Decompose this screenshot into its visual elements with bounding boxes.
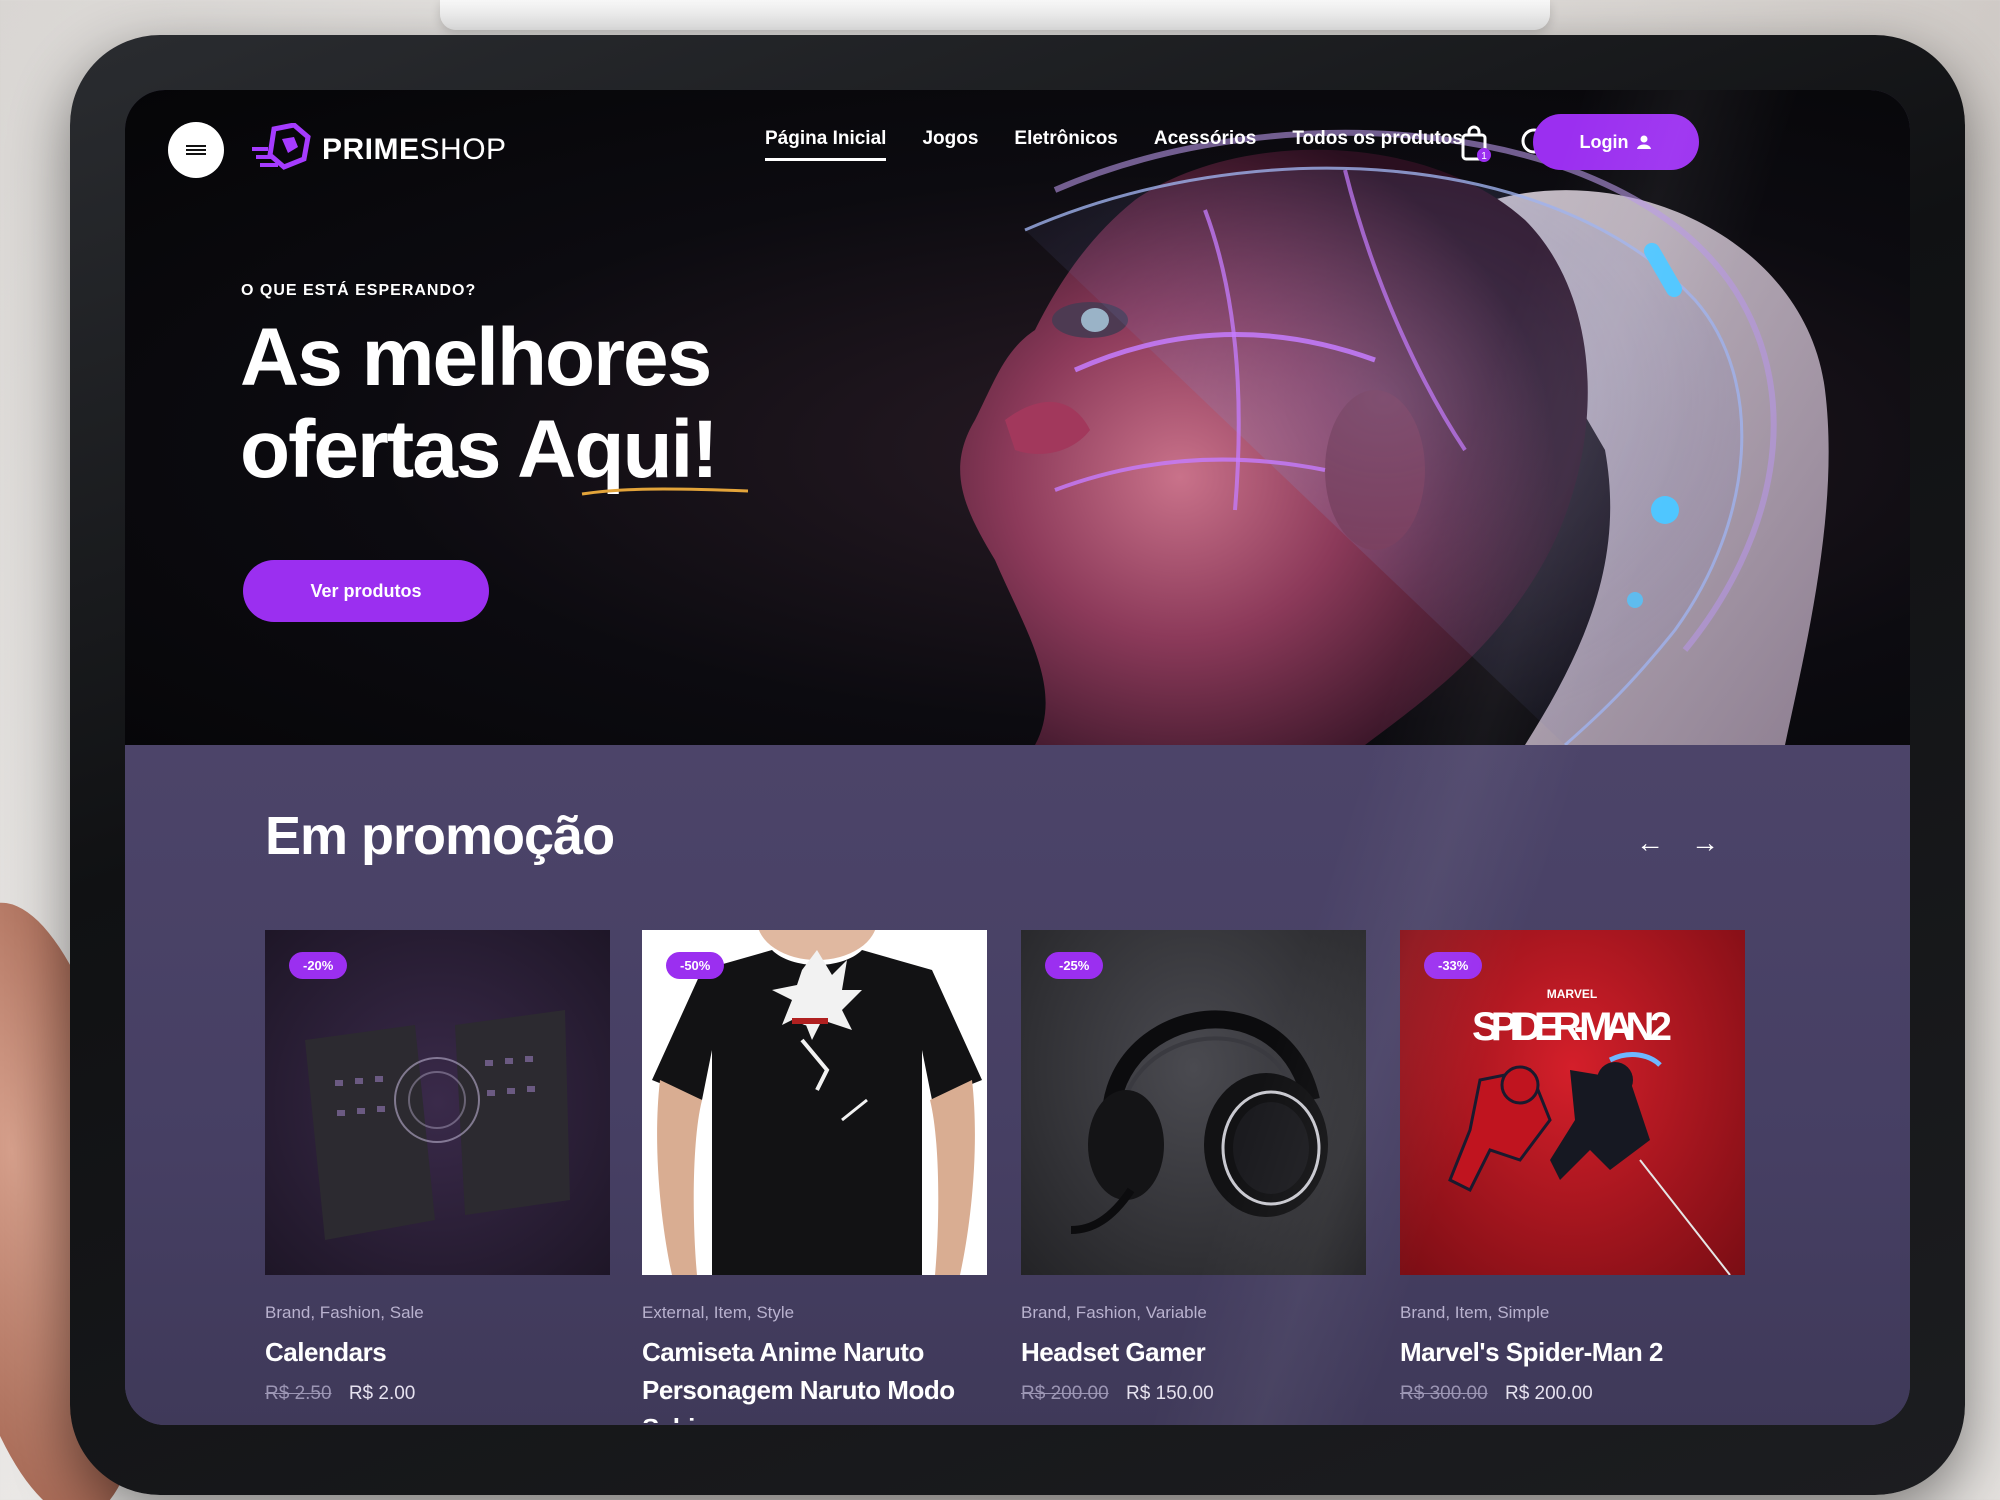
cover-title: SPIDER-MAN 2 [1472,1005,1672,1049]
nav-item-todos-os-produtos[interactable]: Todos os produtos [1292,128,1463,161]
product-name[interactable]: Calendars [265,1333,610,1371]
current-price: R$ 200.00 [1504,1383,1593,1404]
product-categories: Brand, Fashion, Sale [265,1303,424,1322]
carousel-prev-button[interactable]: ← [1630,823,1670,863]
product-price: R$ 300.00 R$ 200.00 [1400,1383,1745,1405]
stylus-pencil [440,0,1550,30]
logo[interactable]: PRIMESHOP [250,120,507,180]
tshirt-image [652,930,982,1275]
product-card[interactable]: MARVEL SPIDER-MAN 2 -33% Brand, Item, Si… [1400,930,1745,1405]
login-label: Login [1579,131,1629,152]
tablet-device: PRIMESHOP Página Inicial Jogos Eletrônic… [70,35,1965,1495]
current-price: R$ 2.00 [348,1383,416,1404]
product-price: R$ 2.50 R$ 2.00 [265,1383,610,1405]
nav-item-acessorios[interactable]: Acessórios [1154,128,1256,161]
product-image-spiderman2: MARVEL SPIDER-MAN 2 -33% [1400,930,1745,1275]
hamburger-menu-button[interactable] [168,122,224,178]
shopping-bag-icon: 1 [1461,125,1491,162]
product-price: R$ 200.00 R$ 150.00 [1021,1383,1366,1405]
old-price: R$ 300.00 [1400,1383,1488,1404]
product-categories: External, Item, Style [642,1303,795,1322]
nav-item-pagina-inicial[interactable]: Página Inicial [765,128,887,161]
discount-badge: -20% [289,952,348,979]
view-products-button[interactable]: Ver produtos [243,560,489,622]
top-navbar: PRIMESHOP Página Inicial Jogos Eletrônic… [125,90,1910,200]
nav-item-jogos[interactable]: Jogos [922,128,978,161]
product-card[interactable]: -50% External, Item, Style Camiseta Anim… [642,930,987,1423]
main-nav: Página Inicial Jogos Eletrônicos Acessór… [765,128,1463,161]
cart-button[interactable]: 1 [1455,124,1495,164]
product-categories: Brand, Fashion, Variable [1021,1303,1207,1322]
tablet-screen: PRIMESHOP Página Inicial Jogos Eletrônic… [125,90,1910,1425]
carousel-next-button[interactable]: → [1685,823,1725,863]
login-button[interactable]: Login [1533,114,1699,170]
old-price: R$ 200.00 [1021,1383,1109,1404]
logo-wordmark: PRIMESHOP [322,133,507,166]
discount-badge: -25% [1045,952,1104,979]
hero-section: PRIMESHOP Página Inicial Jogos Eletrônic… [125,90,1910,745]
product-name[interactable]: Marvel's Spider-Man 2 [1400,1333,1745,1371]
cover-brand: MARVEL [1547,987,1597,1001]
game-cover-image: MARVEL SPIDER-MAN 2 [1448,987,1731,1275]
product-name[interactable]: Headset Gamer [1021,1333,1366,1371]
product-card[interactable]: -20% Brand, Fashion, Sale Calendars R$ 2… [265,930,610,1405]
old-price: R$ 2.50 [265,1383,332,1404]
product-categories: Brand, Item, Simple [1400,1303,1550,1322]
promo-title: Em promoção [265,806,615,866]
discount-badge: -50% [666,952,725,979]
product-image-calendars: -20% [265,930,610,1275]
hero-headline-line2: ofertas Aqui! [240,404,719,495]
hero-headline: As melhores ofertas Aqui! [240,312,880,496]
product-image-tshirt: -50% [642,930,987,1275]
calendar-image [305,1010,570,1240]
promo-section: Em promoção ← → -20% Brand, Fashion, Sal… [125,745,1910,1425]
user-icon [1637,135,1652,149]
product-image-headset: -25% [1021,930,1366,1275]
headset-image [1070,1010,1328,1234]
headline-underline-squiggle [581,487,749,496]
logo-cube-icon [252,123,311,170]
current-price: R$ 150.00 [1125,1383,1214,1404]
discount-badge: -33% [1424,952,1483,979]
hero-eyebrow: O QUE ESTÁ ESPERANDO? [241,282,477,299]
cart-count-badge: 1 [1481,151,1487,162]
hamburger-icon [186,143,206,157]
product-name[interactable]: Camiseta Anime Naruto Personagem Naruto … [642,1333,987,1423]
nav-item-eletronicos[interactable]: Eletrônicos [1014,128,1117,161]
hero-headline-line1: As melhores [240,312,712,403]
product-card[interactable]: -25% Brand, Fashion, Variable Headset Ga… [1021,930,1366,1405]
